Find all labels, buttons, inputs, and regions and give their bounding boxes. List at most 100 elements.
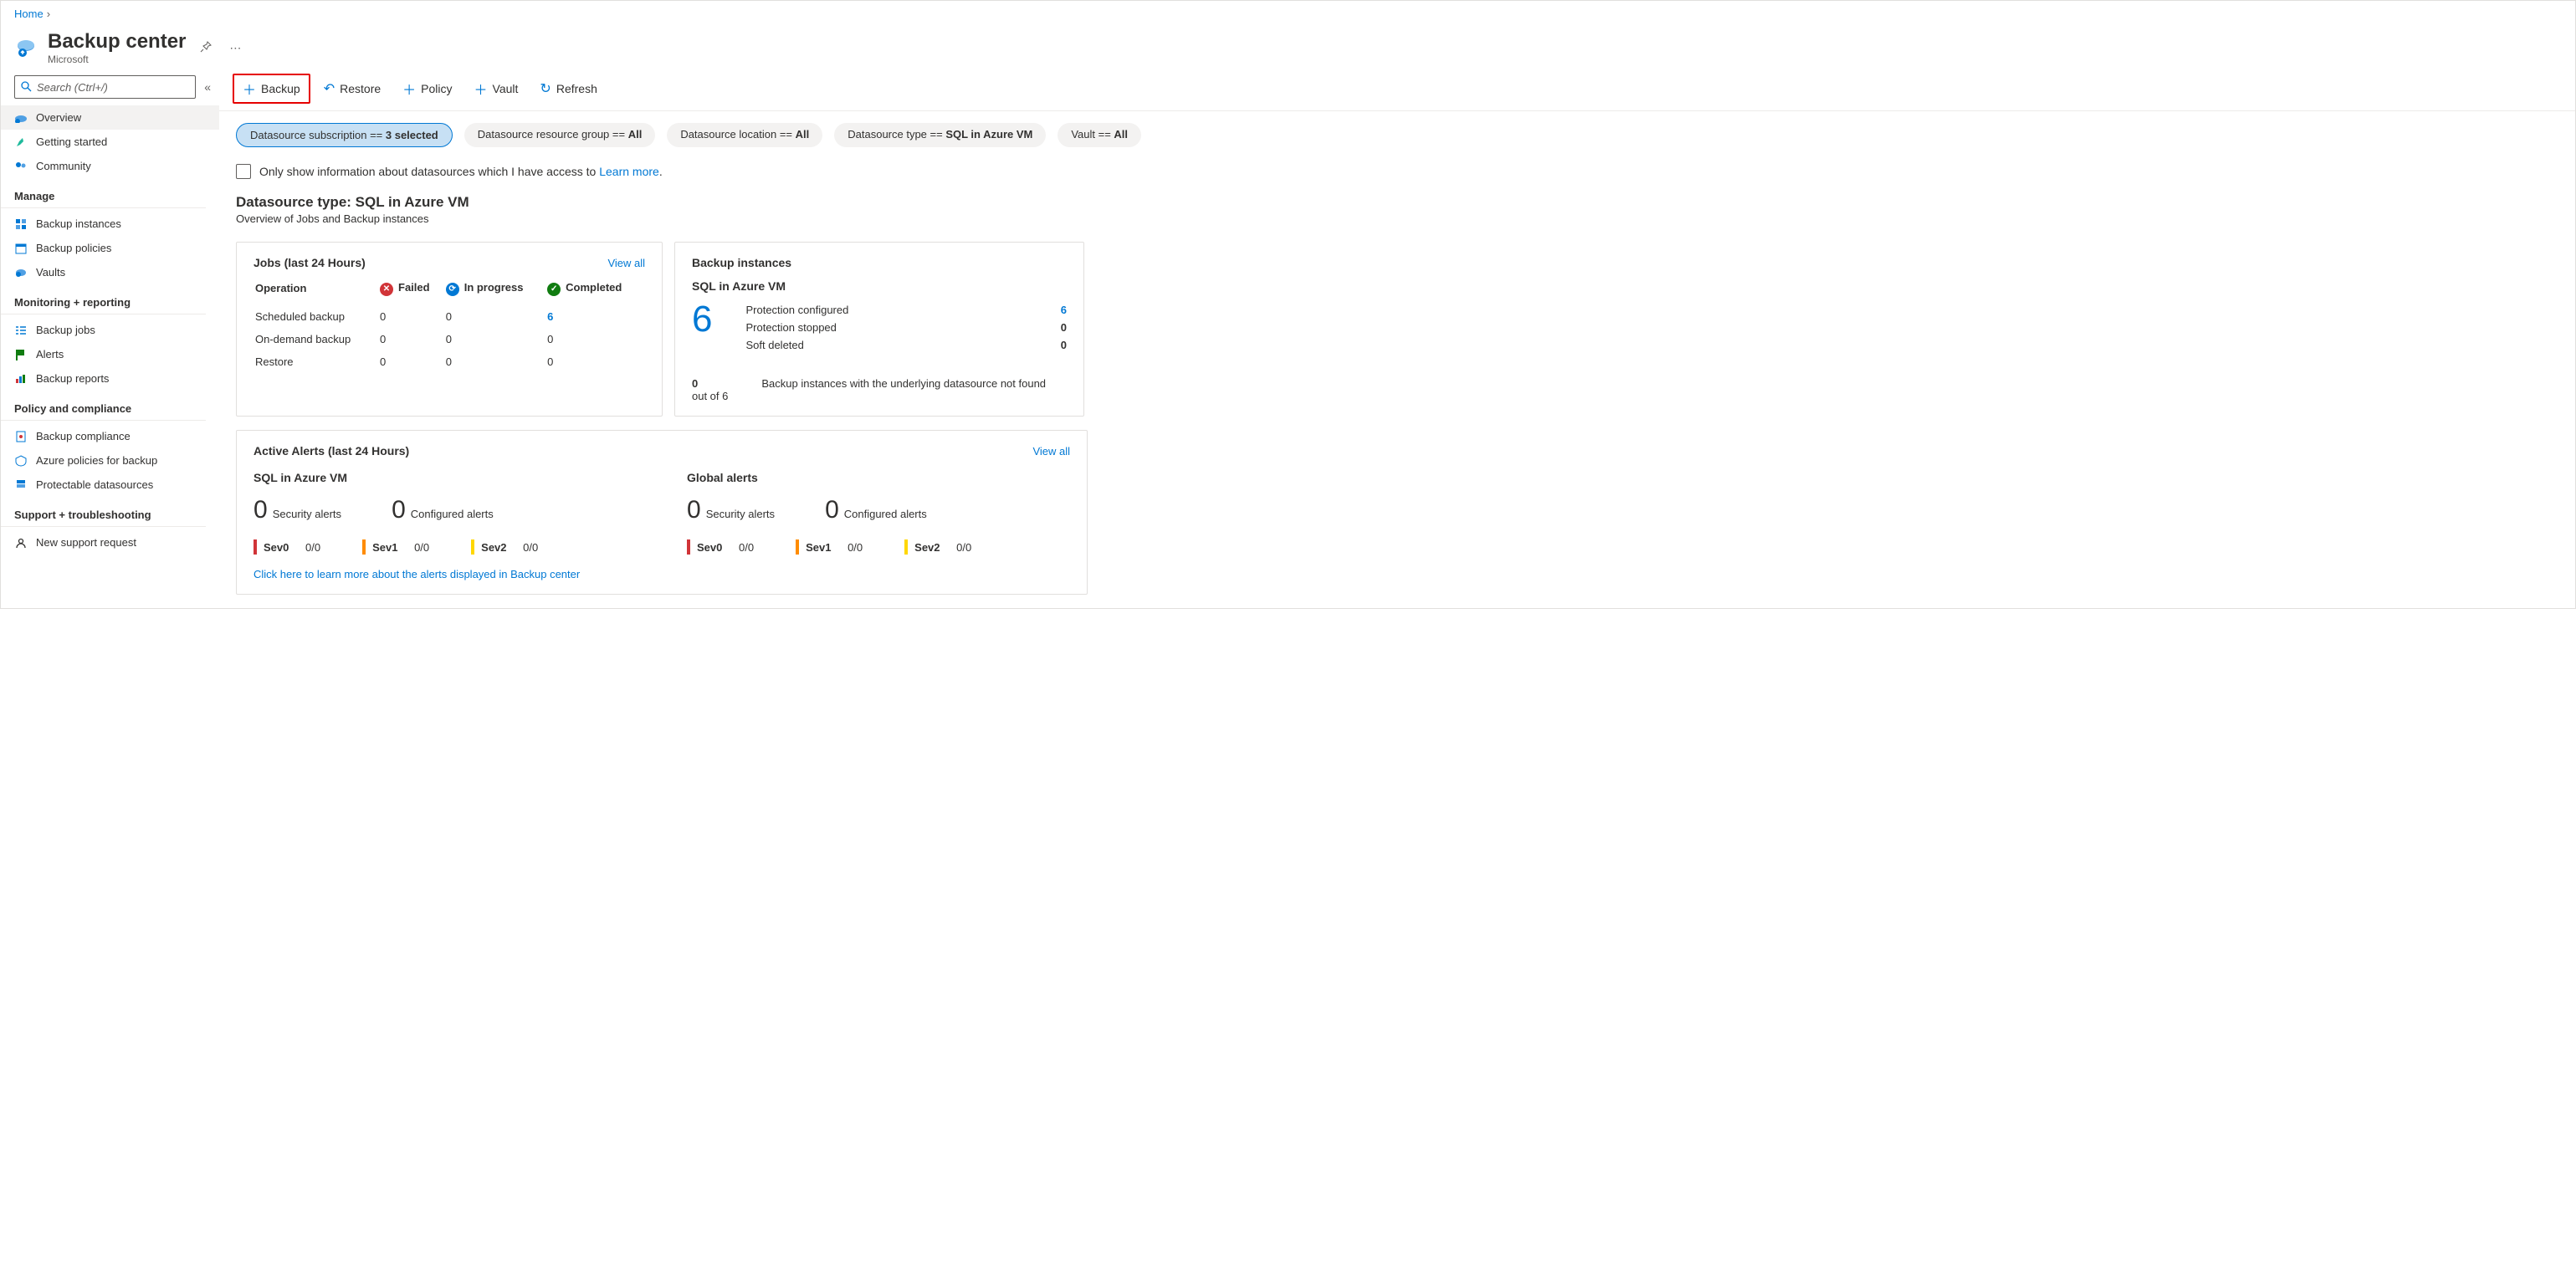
restore-button[interactable]: ↶ Restore: [315, 77, 389, 100]
sidebar: « Overview Getting started Community Man…: [1, 65, 219, 608]
datasource-subtitle: Overview of Jobs and Backup instances: [236, 212, 2558, 225]
configured-alerts: 0Configured alerts: [825, 496, 927, 524]
security-alerts: 0Security alerts: [254, 496, 341, 524]
alerts-title: Active Alerts (last 24 Hours): [254, 444, 409, 458]
undo-icon: ↶: [324, 80, 335, 97]
instances-subtitle: SQL in Azure VM: [692, 279, 1067, 293]
sev0-icon: [687, 539, 690, 555]
only-access-checkbox[interactable]: [236, 164, 251, 179]
list-icon: [14, 325, 28, 335]
server-icon: [14, 479, 28, 491]
sev0-icon: [254, 539, 257, 555]
sidebar-item-backup-compliance[interactable]: Backup compliance: [1, 424, 219, 448]
refresh-button[interactable]: ↻ Refresh: [531, 77, 605, 100]
failed-icon: ✕: [380, 283, 393, 296]
col-completed: ✓Completed: [547, 281, 643, 304]
sidebar-item-label: Protectable datasources: [36, 478, 153, 491]
instances-card: Backup instances SQL in Azure VM 6 Prote…: [674, 242, 1084, 417]
configured-alerts: 0Configured alerts: [392, 496, 494, 524]
alerts-learn-more-link[interactable]: Click here to learn more about the alert…: [254, 568, 580, 580]
jobs-view-all[interactable]: View all: [607, 257, 645, 269]
sidebar-item-label: Getting started: [36, 135, 107, 148]
alerts-view-all[interactable]: View all: [1032, 445, 1070, 458]
search-input[interactable]: [14, 75, 196, 99]
cloud-icon: [14, 113, 28, 123]
policy-button[interactable]: ＋Policy: [394, 75, 460, 102]
sidebar-item-label: Backup policies: [36, 242, 111, 254]
sidebar-item-alerts[interactable]: Alerts: [1, 342, 219, 366]
page-title: Backup center: [48, 30, 186, 54]
table-row: Soft deleted0: [745, 336, 1067, 354]
filter-type[interactable]: Datasource type == SQL in Azure VM: [834, 123, 1046, 147]
instances-title: Backup instances: [692, 256, 791, 269]
breadcrumb-home[interactable]: Home: [14, 8, 44, 20]
not-found-count: 0out of 6: [692, 377, 728, 402]
col-in-progress: ⟳In progress: [446, 281, 545, 304]
sidebar-item-label: Backup instances: [36, 217, 121, 230]
jobs-card: Jobs (last 24 Hours) View all Operation …: [236, 242, 663, 417]
calendar-icon: [14, 243, 28, 254]
backup-button[interactable]: ＋Backup: [233, 74, 310, 104]
filters: Datasource subscription == 3 selected Da…: [219, 111, 2575, 152]
sev1-icon: [796, 539, 799, 555]
toolbar: ＋Backup ↶Restore ＋Policy ＋Vault ↻Refresh: [219, 65, 2575, 111]
chevron-right-icon: ›: [47, 8, 50, 20]
rocket-icon: [14, 136, 28, 148]
instances-count[interactable]: 6: [692, 301, 712, 354]
sev1-item: Sev1 0/0: [796, 539, 863, 555]
sidebar-item-label: Azure policies for backup: [36, 454, 157, 467]
document-icon: [14, 431, 28, 442]
sidebar-item-new-support[interactable]: New support request: [1, 530, 219, 555]
toolbar-label: Backup: [261, 82, 300, 95]
pin-icon[interactable]: [196, 37, 216, 59]
sidebar-item-label: Backup jobs: [36, 324, 95, 336]
sidebar-item-backup-reports[interactable]: Backup reports: [1, 366, 219, 391]
table-row: Restore000: [255, 351, 643, 372]
filter-location[interactable]: Datasource location == All: [667, 123, 822, 147]
sidebar-item-vaults[interactable]: Vaults: [1, 260, 219, 284]
section-support: Support + troubleshooting: [1, 497, 206, 527]
alerts-card: Active Alerts (last 24 Hours) View all S…: [236, 430, 1088, 595]
alerts-col2-title: Global alerts: [687, 471, 1070, 484]
job-count-link[interactable]: 6: [547, 310, 553, 323]
sidebar-item-label: Community: [36, 160, 91, 172]
sidebar-item-backup-policies[interactable]: Backup policies: [1, 236, 219, 260]
sidebar-item-label: Backup compliance: [36, 430, 131, 442]
jobs-title: Jobs (last 24 Hours): [254, 256, 366, 269]
refresh-icon: ↻: [540, 80, 551, 97]
toolbar-label: Restore: [340, 82, 381, 95]
sev1-icon: [362, 539, 366, 555]
sidebar-item-overview[interactable]: Overview: [1, 105, 219, 130]
toolbar-label: Refresh: [556, 82, 597, 95]
chart-icon: [14, 374, 28, 384]
sidebar-item-label: Overview: [36, 111, 81, 124]
filter-subscription[interactable]: Datasource subscription == 3 selected: [236, 123, 453, 147]
more-icon[interactable]: ⋯: [226, 38, 244, 59]
filter-resource-group[interactable]: Datasource resource group == All: [464, 123, 656, 147]
filter-vault[interactable]: Vault == All: [1058, 123, 1141, 147]
sidebar-item-backup-instances[interactable]: Backup instances: [1, 212, 219, 236]
sidebar-item-protectable[interactable]: Protectable datasources: [1, 473, 219, 497]
security-alerts: 0Security alerts: [687, 496, 775, 524]
sidebar-item-label: New support request: [36, 536, 136, 549]
vault-button[interactable]: ＋ Vault: [466, 75, 527, 102]
plus-icon: ＋: [402, 79, 416, 99]
sidebar-item-community[interactable]: Community: [1, 154, 219, 178]
toolbar-label: Vault: [493, 82, 519, 95]
grid-icon: [14, 218, 28, 230]
sidebar-item-azure-policies[interactable]: Azure policies for backup: [1, 448, 219, 473]
section-manage: Manage: [1, 178, 206, 208]
col-operation: Operation: [255, 281, 378, 304]
plus-icon: ＋: [474, 79, 488, 99]
learn-more-link[interactable]: Learn more: [599, 165, 659, 178]
sev0-item: Sev0 0/0: [687, 539, 754, 555]
sidebar-item-label: Vaults: [36, 266, 65, 279]
sev2-icon: [471, 539, 474, 555]
protection-configured-link[interactable]: 6: [1061, 304, 1067, 316]
collapse-sidebar-button[interactable]: «: [204, 80, 211, 94]
table-row: Scheduled backup006: [255, 306, 643, 327]
sidebar-item-backup-jobs[interactable]: Backup jobs: [1, 318, 219, 342]
datasource-heading: Datasource type: SQL in Azure VM: [236, 194, 2558, 211]
sidebar-item-getting-started[interactable]: Getting started: [1, 130, 219, 154]
completed-icon: ✓: [547, 283, 561, 296]
